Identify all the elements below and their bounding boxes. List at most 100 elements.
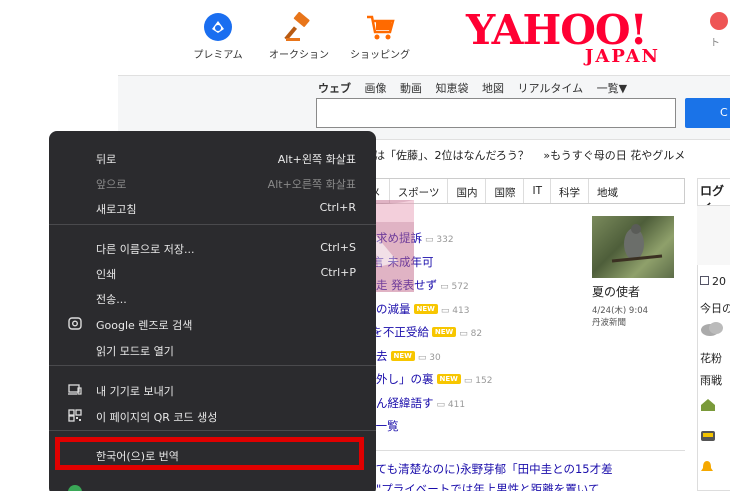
- menu-item-label: 전송...: [96, 293, 127, 306]
- search-tab-map[interactable]: 地図: [482, 82, 504, 95]
- menu-item-reading-mode[interactable]: 읽기 모드로 열기: [49, 337, 376, 363]
- new-badge: NEW: [413, 303, 438, 314]
- news-photo[interactable]: [592, 216, 674, 278]
- calendar-icon: [700, 276, 709, 285]
- send-to-device-icon: [68, 383, 82, 396]
- comment-icon: ▭: [425, 235, 437, 245]
- search-tab-realtime[interactable]: リアルタイム: [518, 82, 584, 95]
- menu-item-print[interactable]: 인쇄 Ctrl+P: [49, 260, 376, 286]
- comment-icon: ▭: [417, 352, 430, 363]
- comment-value: 572: [451, 282, 469, 292]
- comment-count: ▭ 332: [425, 235, 454, 245]
- comment-icon: ▭: [459, 329, 471, 339]
- search-button[interactable]: C: [685, 98, 730, 128]
- menu-item-shortcut: Ctrl+S: [320, 241, 356, 254]
- comment-count: ▭ 411: [437, 400, 466, 410]
- search-tab-chiebukuro[interactable]: 知恵袋: [436, 82, 469, 95]
- extension-icon: [68, 485, 82, 491]
- tab-region[interactable]: 地域: [589, 179, 626, 203]
- shopping-service-link[interactable]: ショッピング: [345, 12, 415, 61]
- shopping-cart-icon: [365, 12, 395, 42]
- auction-hammer-icon: [284, 11, 314, 42]
- comment-value: 413: [452, 305, 470, 316]
- menu-item-label: 내 기기로 보내기: [96, 385, 174, 398]
- menu-item-shortcut: Ctrl+P: [320, 266, 356, 279]
- header-right-label: ト: [710, 38, 720, 49]
- comment-value: 411: [447, 399, 466, 410]
- google-lens-icon: [68, 317, 82, 330]
- menu-separator: [49, 430, 376, 431]
- tab-domestic[interactable]: 国内: [448, 179, 487, 203]
- yahoo-japan-logo[interactable]: YAHOO! JAPAN: [466, 8, 662, 67]
- train-icon[interactable]: [700, 430, 716, 447]
- menu-item-cast[interactable]: 전송...: [49, 285, 376, 311]
- menu-item-google-lens-search[interactable]: Google 렌즈로 검색: [49, 311, 376, 337]
- premium-label: プレミアム: [193, 50, 243, 61]
- logo-sub-text: JAPAN: [584, 46, 660, 67]
- premium-icon: [203, 12, 233, 42]
- search-tab-video[interactable]: 動画: [400, 82, 422, 95]
- photo-source: 丹波新聞: [592, 318, 627, 328]
- menu-item-create-qr-code[interactable]: 이 페이지의 QR 코드 생성: [49, 403, 376, 429]
- comment-count: ▭ 572: [440, 282, 469, 292]
- list-item[interactable]: 私服はとても清楚なのに)永野芽郁「田中圭との15才差: [330, 459, 685, 479]
- date-label: 20: [700, 275, 726, 288]
- topics-ticker[interactable]: 多い名字は「佐藤」、2位はなんだろう？ »もうすぐ母の日 花やグルメ: [330, 147, 685, 163]
- new-badge: NEW: [390, 350, 415, 361]
- weather-today: 今日の: [700, 302, 730, 315]
- tab-it[interactable]: IT: [524, 179, 551, 203]
- header-right-link[interactable]: ト: [710, 12, 728, 49]
- auction-label: オークション: [269, 50, 329, 61]
- login-box: [697, 205, 730, 265]
- menu-item-label: 이 페이지의 QR 코드 생성: [96, 411, 218, 424]
- menu-item-label: 다른 이름으로 저장...: [96, 243, 195, 256]
- shopping-label: ショッピング: [350, 50, 410, 61]
- comment-icon: ▭: [440, 305, 453, 316]
- menu-item-shortcut: Alt+오른쪽 화살표: [267, 178, 356, 191]
- new-badge: NEW: [436, 374, 461, 384]
- menu-item-label: Google 렌즈로 검색: [96, 319, 193, 332]
- menu-item-send-to-device[interactable]: 내 기기로 보내기: [49, 377, 376, 403]
- menu-item-label: 뒤로: [96, 153, 117, 166]
- menu-item-shortcut: Alt+왼쪽 화살표: [277, 153, 356, 166]
- menu-item-save-as[interactable]: 다른 이름으로 저장... Ctrl+S: [49, 235, 376, 261]
- header-right-icon: [710, 12, 728, 30]
- tab-international[interactable]: 国際: [486, 179, 525, 203]
- menu-item-reload[interactable]: 새로고침 Ctrl+R: [49, 195, 376, 221]
- comment-value: 82: [470, 329, 483, 339]
- photo-date: 4/24(木) 9:04: [592, 306, 649, 316]
- menu-item-back[interactable]: 뒤로 Alt+왼쪽 화살표: [49, 145, 376, 171]
- search-tab-web[interactable]: ウェブ: [318, 82, 351, 95]
- comment-count: ▭ 152: [464, 376, 493, 386]
- list-item[interactable]: 倫報道に"プライベートでは年上男性と距離を置いて: [330, 479, 685, 491]
- comment-icon: ▭: [436, 399, 448, 410]
- tab-science[interactable]: 科学: [551, 179, 589, 203]
- search-input[interactable]: [316, 98, 676, 128]
- comment-icon: ▭: [463, 376, 476, 386]
- search-tab-list[interactable]: 一覧▼: [597, 82, 627, 95]
- new-badge: NEW: [431, 327, 457, 337]
- bell-icon[interactable]: [700, 460, 714, 477]
- menu-separator: [49, 224, 376, 225]
- rain-label: 雨戦: [700, 374, 722, 387]
- comment-count: ▭ 82: [459, 329, 482, 339]
- photo-caption[interactable]: 夏の使者: [592, 283, 640, 300]
- qr-code-icon: [68, 409, 82, 422]
- photo-meta: 4/24(木) 9:04 丹波新聞: [592, 305, 648, 329]
- comment-icon: ▭: [440, 282, 452, 292]
- menu-item-label: 새로고침: [96, 203, 137, 216]
- menu-item-label: 앞으로: [96, 178, 127, 191]
- weather-cloud-icon: [700, 320, 724, 339]
- menu-separator: [49, 365, 376, 366]
- date-text: 20: [712, 275, 726, 288]
- comment-value: 30: [429, 352, 441, 363]
- auction-service-link[interactable]: オークション: [264, 11, 334, 61]
- house-icon[interactable]: [700, 398, 716, 415]
- comment-value: 152: [475, 376, 493, 386]
- comment-count: ▭ 413: [441, 306, 470, 316]
- search-tabs: ウェブ 画像 動画 知恵袋 地図 リアルタイム 一覧▼: [318, 80, 637, 96]
- search-tab-images[interactable]: 画像: [365, 82, 387, 95]
- comment-value: 332: [436, 235, 454, 245]
- comment-count: ▭ 30: [418, 353, 441, 363]
- premium-service-link[interactable]: プレミアム: [183, 12, 253, 61]
